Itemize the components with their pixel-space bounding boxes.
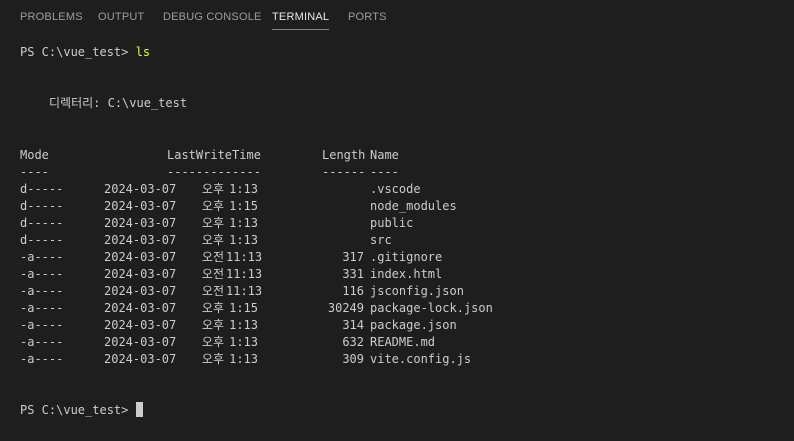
file-time: 1:15 xyxy=(229,199,258,213)
file-mode: d----- xyxy=(20,233,64,247)
header-lastwritetime: LastWriteTime xyxy=(167,148,261,162)
file-time: 11:13 xyxy=(226,250,263,264)
file-ampm: 오후 xyxy=(201,301,224,315)
file-length: 116 xyxy=(342,284,364,298)
file-ampm: 오후 xyxy=(201,199,224,213)
file-mode: d----- xyxy=(20,182,64,196)
file-length: 309 xyxy=(342,352,364,366)
file-date: 2024-03-07 xyxy=(104,250,177,264)
file-name: jsconfig.json xyxy=(370,284,464,298)
file-time: 1:13 xyxy=(229,233,258,247)
tab-terminal[interactable]: TERMINAL xyxy=(272,0,330,34)
file-date: 2024-03-07 xyxy=(104,301,177,315)
file-date: 2024-03-07 xyxy=(104,335,177,349)
file-mode: -a---- xyxy=(20,301,64,315)
final-prompt-line[interactable]: PS C:\vue_test> xyxy=(20,402,143,419)
file-time: 1:13 xyxy=(229,335,258,349)
file-mode: -a---- xyxy=(20,318,64,332)
file-ampm: 오후 xyxy=(201,182,224,196)
underline-mode: ---- xyxy=(20,165,49,179)
file-name: package.json xyxy=(370,318,457,332)
prompt-line: PS C:\vue_test> ls xyxy=(20,44,150,61)
file-ampm: 오전 xyxy=(201,267,224,281)
header-length: Length xyxy=(322,148,366,162)
file-date: 2024-03-07 xyxy=(104,267,177,281)
file-date: 2024-03-07 xyxy=(104,182,177,196)
tab-ports[interactable]: PORTS xyxy=(348,0,387,34)
file-time: 1:13 xyxy=(229,182,258,196)
file-time: 1:15 xyxy=(229,301,258,315)
file-mode: -a---- xyxy=(20,267,64,281)
file-name: README.md xyxy=(370,335,436,349)
file-name: src xyxy=(370,233,392,247)
text-cursor xyxy=(135,402,143,417)
file-mode: d----- xyxy=(20,199,64,213)
file-date: 2024-03-07 xyxy=(104,199,177,213)
file-mode: d----- xyxy=(20,216,64,230)
panel-tab-bar: PROBLEMS OUTPUT DEBUG CONSOLE TERMINAL P… xyxy=(0,0,794,34)
prompt-text: PS C:\vue_test> xyxy=(20,45,136,59)
file-mode: -a---- xyxy=(20,335,64,349)
tab-debug-console[interactable]: DEBUG CONSOLE xyxy=(163,0,262,34)
file-length: 30249 xyxy=(327,301,364,315)
file-name: .vscode xyxy=(370,182,421,196)
file-time: 1:13 xyxy=(229,352,258,366)
file-time: 11:13 xyxy=(226,267,263,281)
command-text: ls xyxy=(135,45,151,59)
file-ampm: 오후 xyxy=(201,216,224,230)
file-length: 632 xyxy=(342,335,364,349)
file-ampm: 오후 xyxy=(201,233,224,247)
file-ampm: 오후 xyxy=(201,335,224,349)
file-date: 2024-03-07 xyxy=(104,318,177,332)
underline-name: ---- xyxy=(370,165,399,179)
header-mode: Mode xyxy=(20,148,49,162)
file-name: vite.config.js xyxy=(370,352,472,366)
directory-label: 디렉터리: C:\vue_test xyxy=(49,96,188,110)
file-mode: -a---- xyxy=(20,250,64,264)
file-date: 2024-03-07 xyxy=(104,352,177,366)
file-length: 331 xyxy=(342,267,364,281)
file-ampm: 오전 xyxy=(201,250,224,264)
file-mode: -a---- xyxy=(20,284,64,298)
underline-length: ------ xyxy=(322,165,366,179)
file-name: .gitignore xyxy=(370,250,443,264)
file-mode: -a---- xyxy=(20,352,64,366)
header-name: Name xyxy=(370,148,399,162)
file-name: node_modules xyxy=(370,199,457,213)
tab-output[interactable]: OUTPUT xyxy=(98,0,144,34)
file-time: 11:13 xyxy=(226,284,263,298)
file-name: public xyxy=(370,216,414,230)
terminal-output[interactable]: PS C:\vue_test> ls 디렉터리: C:\vue_test Mod… xyxy=(0,34,794,441)
file-time: 1:13 xyxy=(229,318,258,332)
file-time: 1:13 xyxy=(229,216,258,230)
file-ampm: 오후 xyxy=(201,318,224,332)
file-length: 317 xyxy=(342,250,364,264)
file-length: 314 xyxy=(342,318,364,332)
file-date: 2024-03-07 xyxy=(104,233,177,247)
underline-lastwritetime: ------------- xyxy=(167,165,261,179)
file-ampm: 오후 xyxy=(201,352,224,366)
final-prompt-text: PS C:\vue_test> xyxy=(20,403,136,417)
file-ampm: 오전 xyxy=(201,284,224,298)
file-date: 2024-03-07 xyxy=(104,284,177,298)
file-name: index.html xyxy=(370,267,443,281)
tab-problems[interactable]: PROBLEMS xyxy=(20,0,83,34)
file-date: 2024-03-07 xyxy=(104,216,177,230)
file-name: package-lock.json xyxy=(370,301,493,315)
